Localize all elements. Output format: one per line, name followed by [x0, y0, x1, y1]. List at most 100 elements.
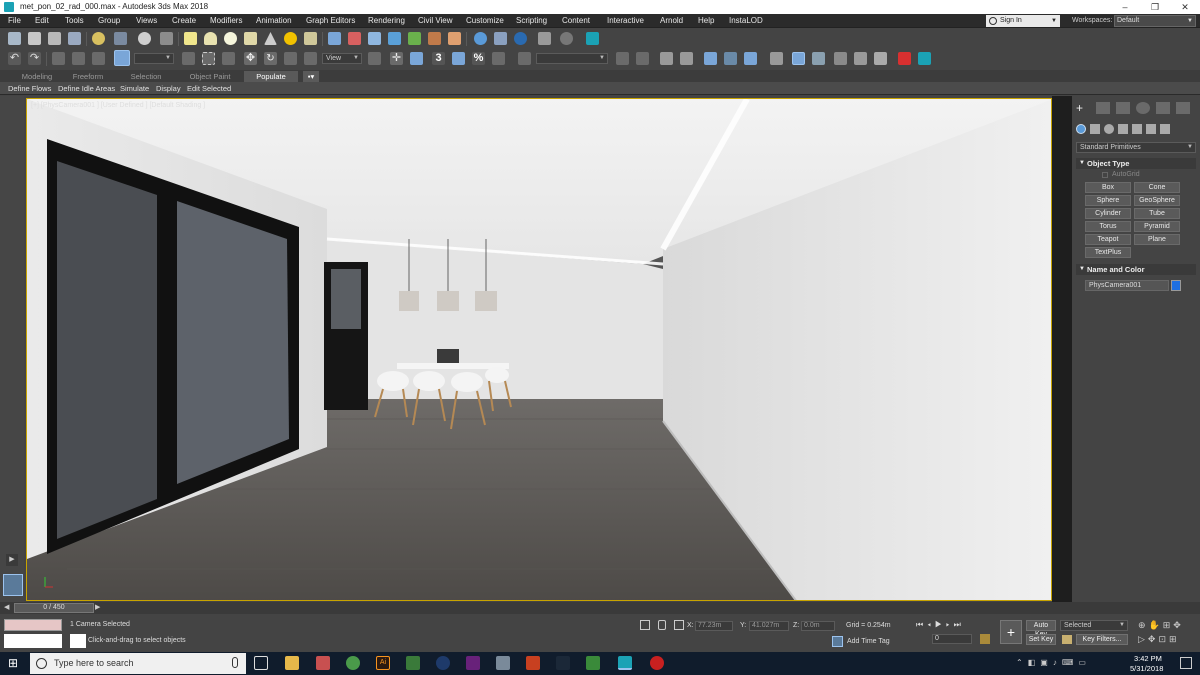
- angle-snap-icon[interactable]: [452, 52, 465, 65]
- define-flows-button[interactable]: Define Flows: [8, 82, 51, 95]
- tab-selection[interactable]: Selection: [122, 71, 170, 82]
- material-editor-icon[interactable]: [114, 32, 127, 45]
- absolute-mode-icon[interactable]: [674, 620, 684, 630]
- track-view-icon[interactable]: [68, 32, 81, 45]
- move-icon[interactable]: ✥: [244, 52, 257, 65]
- sky-portal-icon[interactable]: [304, 32, 317, 45]
- menu-instalod[interactable]: InstaLOD: [729, 14, 763, 28]
- maximize-button[interactable]: ❐: [1140, 0, 1170, 14]
- rotate-icon[interactable]: ↻: [264, 52, 277, 65]
- app-icon-5[interactable]: [650, 656, 664, 670]
- app-icon-1[interactable]: [316, 656, 330, 670]
- file-explorer-icon[interactable]: [285, 656, 299, 670]
- expand-arrow-icon[interactable]: ▶: [6, 554, 18, 566]
- schematic-view-icon[interactable]: [744, 52, 757, 65]
- edit-named-selection-icon[interactable]: [518, 52, 531, 65]
- x-coordinate-field[interactable]: 77.23m: [695, 621, 733, 631]
- percent-snap-icon[interactable]: %: [472, 52, 485, 65]
- key-mode-dropdown[interactable]: Selected ▼: [1060, 620, 1128, 631]
- pyramid-button[interactable]: Pyramid: [1134, 221, 1180, 232]
- time-slider-thumb[interactable]: 0 / 450: [14, 603, 94, 613]
- helpers-icon[interactable]: [1132, 124, 1142, 134]
- spinner-snap-icon[interactable]: [492, 52, 505, 65]
- slider-right-icon[interactable]: ▶: [95, 604, 104, 612]
- undo-icon[interactable]: ↶: [8, 52, 21, 65]
- menu-group[interactable]: Group: [98, 14, 120, 28]
- cone-button[interactable]: Cone: [1134, 182, 1180, 193]
- particle-icon[interactable]: [328, 32, 341, 45]
- pivot-center-icon[interactable]: [368, 52, 381, 65]
- viewport-navigation-controls[interactable]: ⊕✋⊞✥ ▷✥⊡⊞: [1138, 618, 1196, 648]
- viewport-label[interactable]: [+] [PhysCamera001 ] [User Defined ] [De…: [31, 102, 205, 109]
- menu-help[interactable]: Help: [698, 14, 714, 28]
- a360-gallery-icon[interactable]: [874, 52, 887, 65]
- geometry-icon[interactable]: [1076, 124, 1086, 134]
- create-tab-icon[interactable]: +: [1076, 102, 1090, 114]
- box-button[interactable]: Box: [1085, 182, 1131, 193]
- sphere-light-icon[interactable]: [224, 32, 237, 45]
- menu-civil-view[interactable]: Civil View: [418, 14, 453, 28]
- cylinder-button[interactable]: Cylinder: [1085, 208, 1131, 219]
- cameras-icon[interactable]: [1118, 124, 1128, 134]
- torus-button[interactable]: Torus: [1085, 221, 1131, 232]
- camera-viewport[interactable]: [+] [PhysCamera001 ] [User Defined ] [De…: [26, 98, 1052, 601]
- dome-icon[interactable]: [204, 32, 217, 45]
- hierarchy-tab-icon[interactable]: [1116, 102, 1130, 114]
- print-size-icon[interactable]: [538, 32, 551, 45]
- teapot-button[interactable]: Teapot: [1085, 234, 1131, 245]
- sign-in-dropdown[interactable]: Sign In ▼: [986, 15, 1060, 27]
- ragdoll-icon[interactable]: [388, 32, 401, 45]
- menu-content[interactable]: Content: [562, 14, 590, 28]
- unlink-icon[interactable]: [72, 52, 85, 65]
- render-preview-icon[interactable]: [514, 32, 527, 45]
- textplus-button[interactable]: TextPlus: [1085, 247, 1131, 258]
- powerpoint-icon[interactable]: [526, 656, 540, 670]
- unreal-icon[interactable]: [406, 656, 420, 670]
- material-editor-2-icon[interactable]: [770, 52, 783, 65]
- selection-filter-dropdown[interactable]: ▼: [134, 53, 174, 64]
- motion-tab-icon[interactable]: [1136, 102, 1150, 114]
- object-color-swatch[interactable]: [1171, 280, 1181, 291]
- workspaces-dropdown[interactable]: Default ▼: [1114, 15, 1196, 27]
- autogrid-checkbox[interactable]: [1102, 172, 1108, 178]
- space-warps-icon[interactable]: [1146, 124, 1156, 134]
- 3dsmax-taskbar-icon[interactable]: [618, 656, 632, 670]
- category-dropdown[interactable]: Standard Primitives ▼: [1076, 142, 1196, 153]
- isolate-selection-icon[interactable]: [640, 620, 650, 630]
- bind-space-warp-icon[interactable]: [92, 52, 105, 65]
- select-object-icon[interactable]: [114, 50, 130, 66]
- edit-selected-button[interactable]: Edit Selected: [187, 82, 231, 95]
- selection-lock-icon[interactable]: [658, 620, 666, 630]
- listener-pane[interactable]: [70, 634, 86, 648]
- task-view-icon[interactable]: [254, 656, 268, 670]
- snaps-toggle-icon[interactable]: 3: [432, 52, 445, 65]
- menu-rendering[interactable]: Rendering: [368, 14, 405, 28]
- bowl-icon[interactable]: [244, 32, 257, 45]
- define-idle-areas-button[interactable]: Define Idle Areas: [58, 82, 115, 95]
- scale-icon[interactable]: [284, 52, 297, 65]
- auto-key-button[interactable]: Auto Key: [1026, 620, 1056, 638]
- link-icon[interactable]: [52, 52, 65, 65]
- menu-arnold[interactable]: Arnold: [660, 14, 683, 28]
- tab-modeling[interactable]: Modeling: [6, 71, 68, 82]
- menu-create[interactable]: Create: [172, 14, 196, 28]
- fur-icon[interactable]: [448, 32, 461, 45]
- arnold-render-icon[interactable]: [898, 52, 911, 65]
- rendered-frame-icon[interactable]: [160, 32, 173, 45]
- scene-explorer-icon[interactable]: [8, 32, 21, 45]
- object-type-rollout[interactable]: ▼ Object Type: [1076, 158, 1196, 169]
- redo-icon[interactable]: ↷: [28, 52, 41, 65]
- steam-icon[interactable]: [556, 656, 570, 670]
- plane-button[interactable]: Plane: [1134, 234, 1180, 245]
- z-coordinate-field[interactable]: 0.0m: [801, 621, 835, 631]
- menu-interactive[interactable]: Interactive: [607, 14, 644, 28]
- visual-studio-icon[interactable]: [466, 656, 480, 670]
- system-tray-icons[interactable]: ⌃◧▣♪⌨▭: [1016, 658, 1136, 670]
- globe-icon[interactable]: [474, 32, 487, 45]
- object-name-field[interactable]: PhysCamera001: [1085, 280, 1169, 291]
- curve-editor-icon[interactable]: [724, 52, 737, 65]
- app-icon-2[interactable]: [436, 656, 450, 670]
- menu-views[interactable]: Views: [136, 14, 157, 28]
- taskbar-search-box[interactable]: Type here to search: [30, 653, 246, 674]
- place-icon[interactable]: [304, 52, 317, 65]
